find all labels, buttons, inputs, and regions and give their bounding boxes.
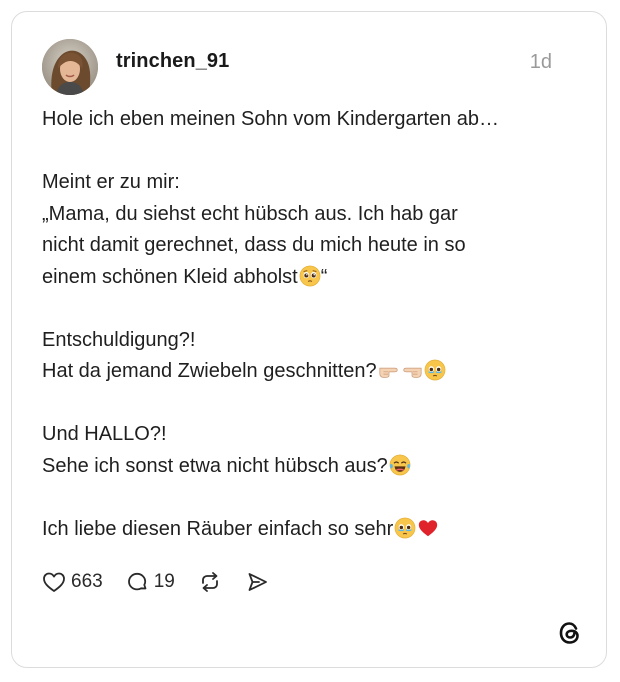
- text-line-with-emoji: Sehe ich sonst etwa nicht hübsch aus?: [42, 451, 582, 483]
- face-with-tears-of-joy-emoji: [389, 454, 411, 476]
- face-holding-back-tears-emoji: [394, 517, 416, 539]
- post-card[interactable]: trinchen_91 1d Hole ich eben meinen Sohn…: [11, 11, 607, 668]
- text-line-with-emoji: einem schönen Kleid abholst “: [42, 262, 582, 294]
- like-count: 663: [71, 571, 103, 592]
- face-holding-back-tears-emoji: [424, 359, 446, 381]
- heart-icon: [42, 571, 66, 593]
- text-line: „Mama, du siehst echt hübsch aus. Ich ha…: [42, 202, 458, 225]
- text-fragment: Ich liebe diesen Räuber einfach so sehr: [42, 517, 394, 540]
- share-icon: [245, 570, 269, 594]
- backhand-index-pointing-left-emoji: [401, 359, 423, 381]
- text-line-with-emoji: Ich liebe diesen Räuber einfach so sehr: [42, 514, 582, 546]
- avatar[interactable]: [42, 39, 98, 95]
- threads-logo-icon: [556, 619, 584, 647]
- username[interactable]: trinchen_91: [116, 50, 229, 73]
- text-line: Meint er zu mir:: [42, 171, 180, 193]
- text-line: Und HALLO?!: [42, 423, 167, 445]
- text-line: Entschuldigung?!: [42, 328, 196, 351]
- repost-icon: [197, 570, 223, 594]
- reply-button[interactable]: 19: [125, 570, 175, 594]
- comment-icon: [125, 570, 149, 594]
- repost-button[interactable]: [197, 570, 223, 594]
- text-fragment: einem schönen Kleid abholst: [42, 265, 298, 288]
- red-heart-emoji: [417, 517, 439, 539]
- pleading-face-emoji: [299, 265, 321, 287]
- closing-quote: “: [320, 265, 328, 288]
- text-line: Hole ich eben meinen Sohn vom Kindergart…: [42, 108, 499, 130]
- share-button[interactable]: [245, 570, 269, 594]
- backhand-index-pointing-right-emoji: [378, 359, 400, 381]
- post-body: Hole ich eben meinen Sohn vom Kindergart…: [42, 104, 582, 545]
- text-line-with-emoji: Hat da jemand Zwiebeln geschnitten?: [42, 356, 582, 388]
- text-line: nicht damit gerechnet, dass du mich heut…: [42, 234, 466, 256]
- post-timestamp: 1d: [529, 51, 552, 73]
- action-bar: 663 19: [42, 568, 291, 596]
- like-button[interactable]: 663: [42, 571, 103, 593]
- text-fragment: Hat da jemand Zwiebeln geschnitten?: [42, 360, 377, 382]
- text-fragment: Sehe ich sonst etwa nicht hübsch aus?: [42, 454, 388, 477]
- reply-count: 19: [153, 571, 175, 592]
